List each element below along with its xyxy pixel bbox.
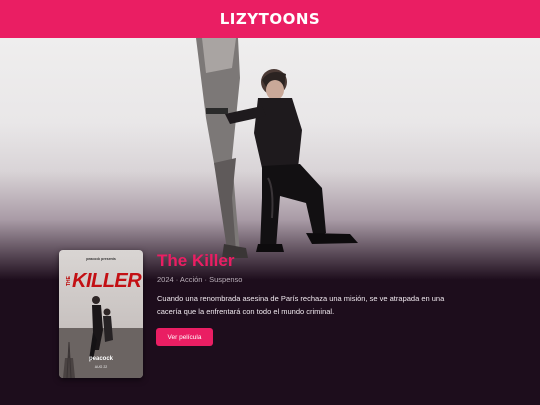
movie-description: Cuando una renombrada asesina de París r… [157, 294, 445, 316]
poster-network: peacock [88, 356, 113, 362]
movie-poster[interactable]: peacock presents THE KILLER peacock AUG … [59, 250, 143, 378]
watch-movie-button[interactable]: Ver película [156, 328, 213, 346]
poster-brand-top: peacock presents [86, 257, 116, 261]
top-bar: LIZYTOONS [0, 0, 540, 38]
poster-release-date: AUG 22 [94, 365, 108, 369]
poster-title: KILLER [72, 270, 142, 292]
hero-backdrop [0, 38, 540, 280]
movie-title: The Killer [157, 251, 235, 270]
movie-meta: 2024 · Acción · Suspenso [157, 275, 243, 284]
site-logo[interactable]: LIZYTOONS [220, 10, 320, 28]
hero-backdrop-image [196, 38, 358, 258]
